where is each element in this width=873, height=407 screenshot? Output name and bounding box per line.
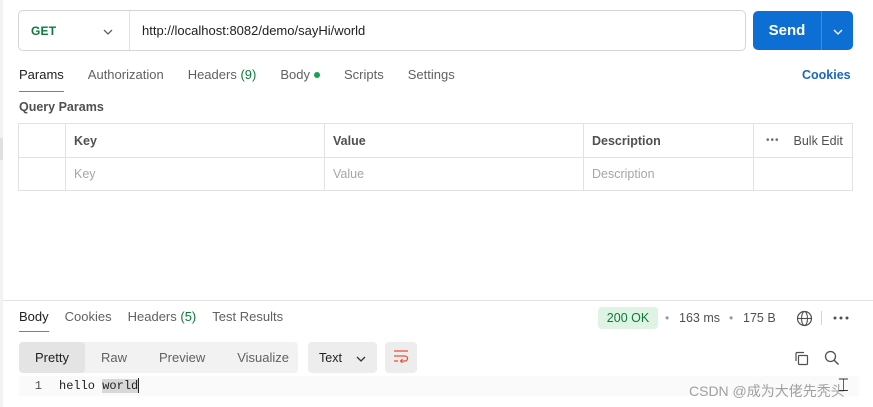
- tab-label: Headers: [127, 309, 177, 324]
- tab-label: Body: [19, 309, 49, 324]
- globe-icon[interactable]: [795, 309, 813, 327]
- chevron-down-icon: [356, 351, 366, 365]
- row-checkbox-cell: [19, 158, 65, 190]
- search-icon[interactable]: [823, 349, 841, 367]
- tab-label: Authorization: [87, 67, 164, 82]
- method-label: GET: [31, 23, 57, 38]
- meta-separator: •: [665, 311, 670, 325]
- tab-response-body[interactable]: Body: [19, 305, 49, 332]
- method-select[interactable]: GET: [19, 11, 130, 50]
- chevron-down-icon: [103, 23, 113, 38]
- empty-cell: [753, 158, 852, 190]
- text-caret: [138, 378, 140, 394]
- tab-label: Params: [19, 67, 64, 82]
- tab-label: Settings: [407, 67, 455, 82]
- tab-test-results[interactable]: Test Results: [212, 305, 283, 332]
- send-button-group: Send: [753, 11, 853, 50]
- format-select[interactable]: Text: [308, 342, 377, 373]
- copy-icon[interactable]: [792, 349, 810, 367]
- bulk-edit-label: Bulk Edit: [793, 133, 843, 148]
- pane-divider[interactable]: [3, 300, 873, 301]
- view-raw[interactable]: Raw: [85, 342, 143, 373]
- body-plain-text: hello: [59, 379, 103, 393]
- query-params-table: Key Value Description ••• Bulk Edit Key …: [18, 123, 853, 191]
- column-header-key: Key: [65, 124, 324, 157]
- tab-label: Test Results: [212, 309, 284, 324]
- more-icon: •••: [766, 135, 780, 146]
- wrap-icon: [393, 349, 409, 366]
- tab-scripts[interactable]: Scripts: [344, 62, 384, 92]
- response-headers-count: (5): [180, 309, 197, 324]
- tab-label: Headers: [187, 67, 237, 82]
- tab-authorization[interactable]: Authorization: [88, 62, 164, 92]
- value-input[interactable]: Value: [324, 158, 583, 190]
- send-options-button[interactable]: [821, 11, 853, 50]
- request-tabs: Params Authorization Headers (9) Body Sc…: [19, 62, 479, 92]
- checkbox-column-header: [19, 124, 65, 157]
- left-edge-strip: [0, 0, 3, 407]
- tab-response-cookies[interactable]: Cookies: [65, 305, 112, 332]
- tab-settings[interactable]: Settings: [408, 62, 455, 92]
- request-url-bar: GET: [18, 10, 746, 51]
- body-indicator-dot: [313, 71, 320, 78]
- response-time[interactable]: 163 ms: [679, 307, 720, 329]
- query-params-title: Query Params: [19, 100, 104, 114]
- url-input[interactable]: [130, 11, 745, 50]
- headers-count: (9): [240, 67, 257, 82]
- watermark: CSDN @成为大佬先秃头: [689, 383, 845, 399]
- view-preview[interactable]: Preview: [143, 342, 221, 373]
- mouse-cursor-icon: ⌶: [838, 375, 849, 396]
- line-number: 1: [34, 379, 42, 393]
- meta-separator: •: [729, 311, 734, 325]
- tab-params[interactable]: Params: [19, 62, 64, 92]
- tab-label: Cookies: [64, 309, 112, 324]
- bulk-edit-button[interactable]: ••• Bulk Edit: [753, 124, 852, 157]
- wrap-lines-button[interactable]: [385, 342, 417, 373]
- column-header-description: Description: [583, 124, 753, 157]
- tab-headers[interactable]: Headers (9): [188, 62, 257, 92]
- status-badge[interactable]: 200 OK: [598, 307, 658, 329]
- key-input[interactable]: Key: [65, 158, 324, 190]
- left-edge-handle[interactable]: [0, 138, 3, 160]
- send-button[interactable]: Send: [753, 11, 821, 50]
- chevron-down-icon: [833, 23, 843, 38]
- toolbar-divider: [821, 311, 822, 325]
- selected-text: world: [102, 379, 139, 393]
- format-label: Text: [319, 350, 342, 365]
- column-header-value: Value: [324, 124, 583, 157]
- more-icon[interactable]: [831, 309, 851, 327]
- view-visualize[interactable]: Visualize: [221, 342, 305, 373]
- view-pretty[interactable]: Pretty: [19, 342, 85, 373]
- table-header-row: Key Value Description ••• Bulk Edit: [19, 124, 852, 157]
- response-body-text: hello world: [59, 376, 140, 396]
- view-mode-selector: Pretty Raw Preview Visualize: [19, 342, 298, 373]
- tab-response-headers[interactable]: Headers (5): [128, 305, 197, 332]
- tab-body[interactable]: Body: [280, 62, 320, 92]
- tab-label: Scripts: [343, 67, 384, 82]
- tab-label: Body: [280, 67, 310, 82]
- response-tabs: Body Cookies Headers (5) Test Results: [19, 305, 299, 332]
- description-input[interactable]: Description: [583, 158, 753, 190]
- cookies-link[interactable]: Cookies: [802, 62, 851, 88]
- response-size[interactable]: 175 B: [743, 307, 776, 329]
- table-row: Key Value Description: [19, 157, 852, 190]
